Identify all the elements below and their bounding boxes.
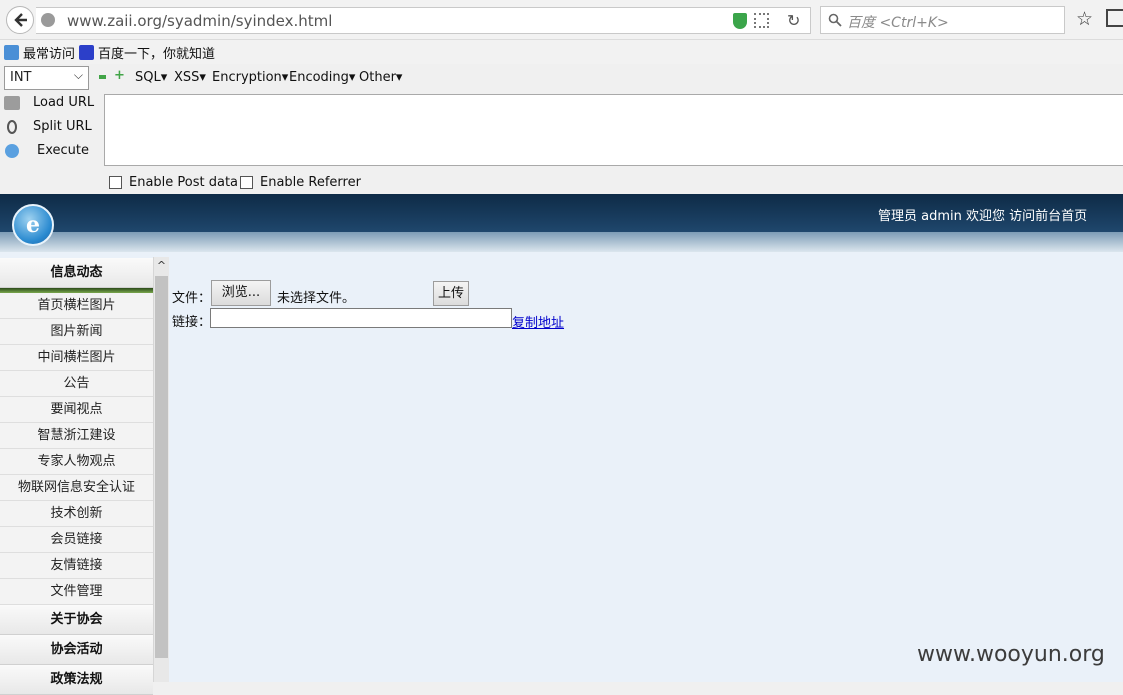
checkbox-box[interactable] — [109, 176, 122, 189]
decrement-icon[interactable] — [99, 75, 106, 79]
sidebar-section-about[interactable]: 关于协会 — [0, 605, 153, 635]
header-band — [0, 232, 1123, 252]
play-icon — [5, 143, 19, 158]
menu-label: SQL — [135, 70, 161, 85]
globe-icon — [41, 13, 55, 27]
menu-other[interactable]: Other▾ — [359, 70, 402, 85]
menu-sql[interactable]: SQL▾ — [135, 70, 167, 85]
bookmark-baidu[interactable]: 百度一下，你就知道 — [79, 43, 215, 62]
scroll-up-icon[interactable]: ^ — [154, 257, 169, 275]
menu-label: Encoding — [289, 70, 349, 85]
menu-encoding[interactable]: Encoding▾ — [289, 70, 355, 85]
enable-post-checkbox[interactable]: Enable Post data — [109, 175, 238, 190]
sidebar-section-policies[interactable]: 政策法规 — [0, 665, 153, 695]
menu-label: Other — [359, 70, 396, 85]
sidebar-section-activities[interactable]: 协会活动 — [0, 635, 153, 665]
load-url-label: Load URL — [33, 95, 95, 110]
admin-greeting[interactable]: 管理员 admin 欢迎您 访问前台首页 — [878, 205, 1087, 224]
browser-navbar: www.zaii.org/syadmin/syindex.html ↻ 百度 <… — [0, 0, 1123, 40]
bookmarks-toolbar: 最常访问 百度一下，你就知道 — [0, 40, 1123, 64]
site-header: e 管理员 admin 欢迎您 访问前台首页 — [0, 194, 1123, 252]
bookmark-label: 最常访问 — [23, 47, 76, 62]
sidebar-item-iot-security[interactable]: 物联网信息安全认证 — [0, 475, 153, 501]
menu-xss[interactable]: XSS▾ — [174, 70, 206, 85]
sidebar-item-file-management[interactable]: 文件管理 — [0, 579, 153, 605]
enable-referrer-checkbox[interactable]: Enable Referrer — [240, 175, 361, 190]
sidebar-item-friend-links[interactable]: 友情链接 — [0, 553, 153, 579]
address-bar[interactable]: www.zaii.org/syadmin/syindex.html ↻ — [36, 7, 811, 34]
menu-label: Encryption — [212, 70, 282, 85]
bookmark-most-visited[interactable]: 最常访问 — [4, 43, 75, 62]
hackbar-panel: INT ⌵ + SQL▾ XSS▾ Encryption▾ Encoding▾ … — [0, 64, 1123, 194]
sidebar-item-home-banner[interactable]: 首页横栏图片 — [0, 293, 153, 319]
type-select-value: INT — [10, 70, 32, 85]
type-select[interactable]: INT ⌵ — [4, 66, 89, 90]
sidebar-scrollbar[interactable]: ^ — [153, 257, 169, 682]
watermark: www.wooyun.org — [917, 642, 1105, 667]
scrollbar-thumb[interactable] — [155, 276, 168, 658]
shield-icon[interactable] — [733, 13, 747, 29]
load-url-icon — [4, 95, 20, 110]
execute-label: Execute — [37, 143, 89, 158]
sidebar: 信息动态 首页横栏图片 图片新闻 中间横栏图片 公告 要闻视点 智慧浙江建设 专… — [0, 252, 170, 695]
sidebar-item-member-links[interactable]: 会员链接 — [0, 527, 153, 553]
logo-glyph: e — [26, 212, 40, 238]
hackbar-url-textarea[interactable] — [104, 94, 1123, 166]
sidebar-item-middle-banner[interactable]: 中间横栏图片 — [0, 345, 153, 371]
increment-icon[interactable]: + — [114, 69, 125, 82]
menu-label: XSS — [174, 70, 200, 85]
back-arrow-icon — [14, 13, 27, 27]
search-icon — [828, 13, 842, 27]
enable-referrer-label: Enable Referrer — [260, 175, 361, 190]
split-url-button[interactable]: Split URL — [4, 119, 92, 134]
url-text[interactable]: www.zaii.org/syadmin/syindex.html — [67, 12, 332, 30]
file-status: 未选择文件。 — [277, 291, 356, 306]
search-placeholder: 百度 <Ctrl+K> — [847, 15, 949, 31]
file-label: 文件： — [172, 291, 212, 306]
checkbox-box[interactable] — [240, 176, 253, 189]
baidu-paw-icon — [79, 45, 94, 60]
link-label: 链接： — [172, 315, 212, 330]
upload-button[interactable]: 上传 — [433, 281, 469, 306]
scissors-icon — [7, 119, 17, 134]
load-url-button[interactable]: Load URL — [4, 95, 94, 110]
sidebar-item-notice[interactable]: 公告 — [0, 371, 153, 397]
upload-form: 文件： 浏览... 未选择文件。 上传 链接： 复制地址 — [172, 252, 872, 372]
search-bar[interactable]: 百度 <Ctrl+K> — [820, 6, 1065, 34]
sidebar-item-expert-views[interactable]: 专家人物观点 — [0, 449, 153, 475]
split-url-label: Split URL — [33, 119, 92, 134]
copy-address-link[interactable]: 复制地址 — [512, 312, 564, 331]
sidebar-item-photo-news[interactable]: 图片新闻 — [0, 319, 153, 345]
bookmark-label: 百度一下，你就知道 — [98, 47, 216, 62]
telecom-logo-icon: e — [12, 204, 54, 246]
sidebar-item-smart-zhejiang[interactable]: 智慧浙江建设 — [0, 423, 153, 449]
main-area: 信息动态 首页横栏图片 图片新闻 中间横栏图片 公告 要闻视点 智慧浙江建设 专… — [0, 252, 1123, 695]
sidebar-section-news[interactable]: 信息动态 — [0, 258, 153, 288]
enable-post-label: Enable Post data — [129, 175, 239, 190]
reload-icon[interactable]: ↻ — [787, 11, 800, 30]
link-input[interactable] — [210, 308, 512, 328]
menu-encryption[interactable]: Encryption▾ — [212, 70, 288, 85]
search-page-icon — [4, 45, 19, 60]
browse-button[interactable]: 浏览... — [211, 280, 271, 306]
execute-button[interactable]: Execute — [4, 143, 89, 158]
chevron-down-icon: ⌵ — [73, 68, 83, 82]
sidebar-item-headlines[interactable]: 要闻视点 — [0, 397, 153, 423]
back-button[interactable] — [6, 6, 34, 34]
sidebar-item-innovation[interactable]: 技术创新 — [0, 501, 153, 527]
reading-list-icon[interactable] — [1106, 9, 1123, 27]
bookmark-star-icon[interactable]: ☆ — [1076, 8, 1093, 30]
qr-code-icon[interactable] — [754, 13, 769, 28]
